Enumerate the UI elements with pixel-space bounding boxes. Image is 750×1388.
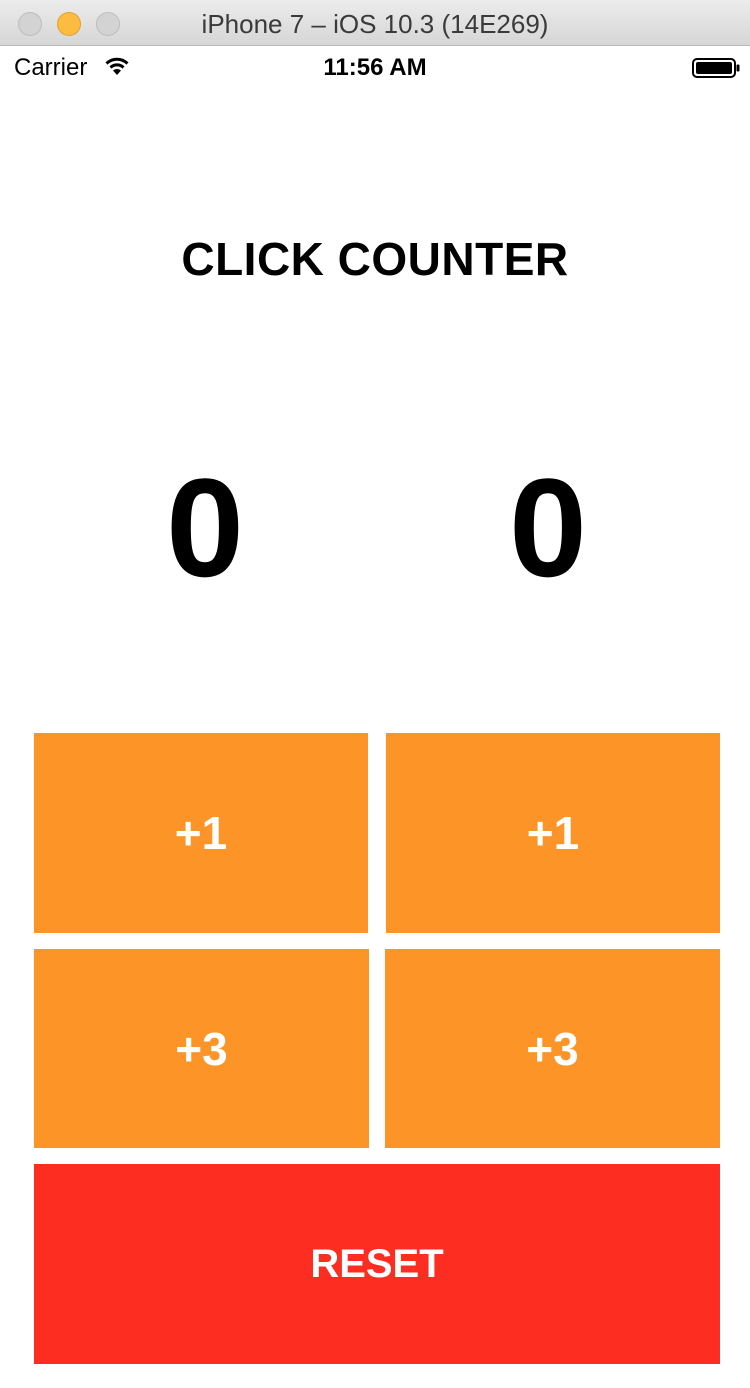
app-title: CLICK COUNTER — [181, 233, 569, 285]
left-plus-three-label: +3 — [175, 1022, 228, 1075]
window-title: iPhone 7 – iOS 10.3 (14E269) — [201, 9, 549, 39]
simulator-window: iPhone 7 – iOS 10.3 (14E269) Carrier 11:… — [0, 0, 750, 1388]
reset-label: RESET — [310, 1241, 444, 1286]
ios-status-bar: Carrier 11:56 AM — [0, 46, 750, 88]
left-counter-value: 0 — [166, 449, 244, 606]
right-plus-three-button[interactable]: +3 — [385, 949, 720, 1148]
status-bar-clock: 11:56 AM — [323, 54, 427, 81]
right-plus-three-label: +3 — [526, 1022, 579, 1075]
reset-button[interactable]: RESET — [34, 1164, 720, 1364]
right-counter-value: 0 — [509, 449, 587, 606]
window-title-bar[interactable]: iPhone 7 – iOS 10.3 (14E269) — [0, 0, 750, 46]
right-plus-one-button[interactable]: +1 — [386, 733, 720, 933]
battery-icon — [692, 58, 740, 78]
right-plus-one-label: +1 — [526, 807, 580, 859]
left-plus-one-label: +1 — [174, 807, 228, 859]
left-plus-three-button[interactable]: +3 — [34, 949, 369, 1148]
left-plus-one-button[interactable]: +1 — [34, 733, 368, 933]
